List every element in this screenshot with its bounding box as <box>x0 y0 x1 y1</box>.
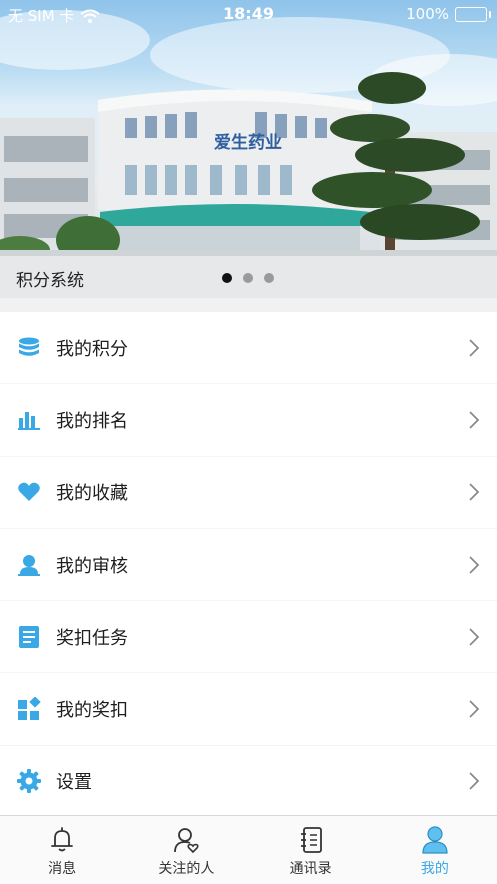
user-icon <box>17 553 41 577</box>
chevron-right-icon <box>469 772 480 791</box>
menu-label: 设置 <box>56 772 92 794</box>
status-bar: 无 SIM 卡 18:49 100% <box>0 0 497 28</box>
bar-chart-icon <box>17 408 41 432</box>
carousel-dot[interactable] <box>243 273 253 283</box>
gear-icon <box>17 769 41 794</box>
chevron-right-icon <box>469 700 480 718</box>
menu-label: 我的积分 <box>56 338 128 360</box>
widgets-icon <box>17 697 41 721</box>
tab-label: 通讯录 <box>289 861 332 877</box>
chevron-right-icon <box>469 555 480 574</box>
banner-carousel[interactable]: 爱生药业 无 SIM 卡 18:49 100% 积分系统 <box>0 0 497 312</box>
banner-caption-bar: 积分系统 <box>0 256 497 298</box>
battery-icon <box>455 6 491 22</box>
menu-label: 我的审核 <box>56 555 128 577</box>
profile-icon <box>422 826 448 854</box>
menu-label: 我的排名 <box>56 410 128 432</box>
banner-caption: 积分系统 <box>16 271 84 291</box>
menu-item-my-review[interactable]: 我的审核 <box>0 529 497 602</box>
tab-label: 消息 <box>48 861 77 877</box>
carousel-dot[interactable] <box>264 273 274 283</box>
contacts-icon <box>300 827 322 853</box>
menu-label: 我的收藏 <box>56 483 128 505</box>
database-icon <box>17 336 41 360</box>
menu-item-my-rewards[interactable]: 我的奖扣 <box>0 673 497 746</box>
profile-menu: 我的积分 我的排名 我的收藏 我的审核 奖扣任务 我的奖扣 设置 <box>0 312 497 819</box>
tab-label: 我的 <box>420 861 449 877</box>
chevron-right-icon <box>469 411 480 429</box>
menu-item-settings[interactable]: 设置 <box>0 746 497 819</box>
menu-item-my-favorites[interactable]: 我的收藏 <box>0 457 497 529</box>
building-sign: 爱生药业 <box>214 132 282 153</box>
menu-item-my-ranking[interactable]: 我的排名 <box>0 384 497 457</box>
carousel-indicator[interactable] <box>222 273 274 283</box>
chevron-right-icon <box>469 483 480 501</box>
tab-following[interactable]: 关注的人 <box>124 816 248 884</box>
chevron-right-icon <box>469 339 480 357</box>
menu-item-my-points[interactable]: 我的积分 <box>0 312 497 385</box>
heart-icon <box>17 480 41 504</box>
tab-label: 关注的人 <box>158 861 215 877</box>
carousel-dot[interactable] <box>222 273 232 283</box>
chevron-right-icon <box>469 628 480 646</box>
menu-label: 奖扣任务 <box>56 627 128 649</box>
document-icon <box>17 625 41 649</box>
bell-icon <box>51 827 74 852</box>
menu-label: 我的奖扣 <box>56 700 128 722</box>
tab-messages[interactable]: 消息 <box>0 816 124 884</box>
bottom-tab-bar: 消息 关注的人 通讯录 我的 <box>0 815 497 884</box>
tab-mine[interactable]: 我的 <box>373 816 497 884</box>
follow-user-icon <box>174 828 199 854</box>
battery-percent: 100% <box>406 5 449 23</box>
menu-item-reward-tasks[interactable]: 奖扣任务 <box>0 601 497 674</box>
tab-contacts[interactable]: 通讯录 <box>249 816 373 884</box>
